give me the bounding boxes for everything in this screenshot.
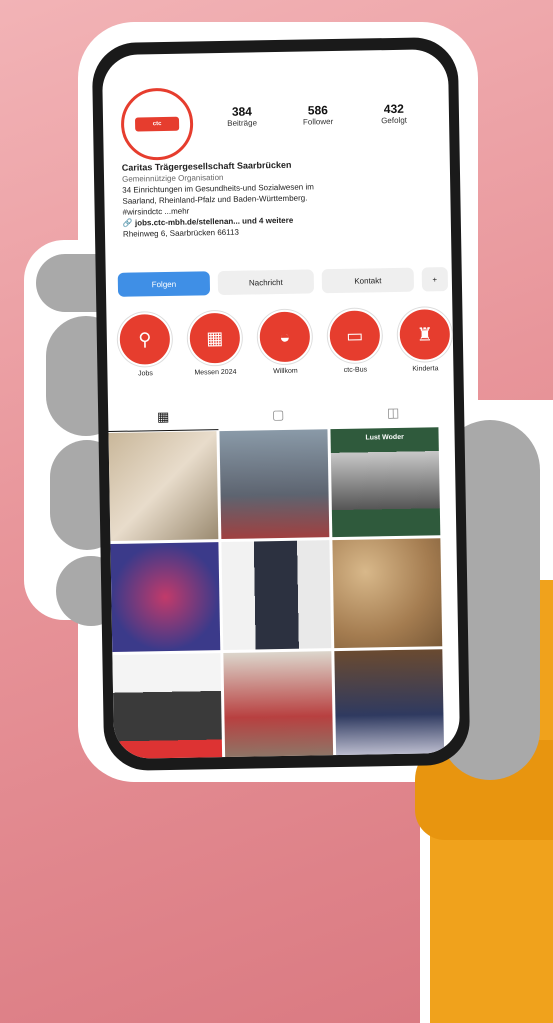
- stat-following[interactable]: 432 Gefolgt: [359, 101, 429, 125]
- stat-posts-count: 384: [231, 104, 253, 119]
- stat-posts-label: Beiträge: [227, 118, 258, 128]
- tile-caption: Lust Woder: [365, 433, 404, 442]
- post-tile[interactable]: [219, 429, 330, 540]
- highlight-kinder[interactable]: ♜ Kinderta: [396, 307, 453, 373]
- bus-icon: ▭: [327, 308, 383, 364]
- stat-posts[interactable]: 384 Beiträge: [207, 104, 277, 128]
- posts-grid: Lust Woder: [108, 427, 460, 759]
- tab-reels[interactable]: ▢: [223, 401, 333, 429]
- highlight-label: Jobs: [137, 370, 153, 378]
- car-icon: ◒: [257, 309, 313, 365]
- link-icon: 🔗: [122, 218, 136, 228]
- caritas-logo: ctc: [134, 116, 180, 132]
- tagged-icon: ◫: [386, 404, 400, 421]
- highlight-label: Willkom: [273, 367, 298, 376]
- stat-following-label: Gefolgt: [381, 115, 408, 126]
- stat-followers[interactable]: 586 Follower: [283, 103, 353, 127]
- post-tile[interactable]: [108, 431, 219, 541]
- post-tile[interactable]: [223, 651, 334, 759]
- instagram-screen: ctc 384 Beiträge 586 Follower 432 Gefolg…: [101, 49, 461, 759]
- post-tile[interactable]: [112, 653, 223, 759]
- post-tile[interactable]: [110, 542, 221, 652]
- stat-followers-label: Follower: [302, 117, 334, 127]
- post-tile[interactable]: [334, 649, 445, 759]
- calendar-icon: ▦: [187, 310, 243, 366]
- profile-link-text: jobs.ctc-mbh.de/stellenan... und 4 weite…: [134, 215, 294, 228]
- post-tile[interactable]: Lust Woder: [330, 427, 441, 538]
- highlight-jobs[interactable]: ⚲ Jobs: [116, 311, 173, 378]
- contact-button[interactable]: Kontakt: [321, 267, 415, 294]
- highlight-label: ctc-Bus: [343, 366, 368, 374]
- post-tile[interactable]: [221, 540, 332, 651]
- message-button[interactable]: Nachricht: [217, 269, 315, 296]
- post-tile[interactable]: [332, 538, 443, 649]
- highlight-willkom[interactable]: ◒ Willkom: [256, 309, 313, 375]
- tab-tagged[interactable]: ◫: [338, 399, 448, 427]
- add-person-icon: +: [432, 274, 438, 284]
- grid-icon: ▦: [156, 408, 170, 425]
- briefcase-icon: ⚲: [117, 311, 173, 367]
- action-buttons: Folgen Nachricht Kontakt +: [117, 267, 449, 297]
- phone: ctc 384 Beiträge 586 Follower 432 Gefolg…: [91, 36, 471, 772]
- avatar[interactable]: ctc: [120, 87, 194, 161]
- lamp-icon: ♜: [397, 307, 453, 362]
- profile-tabs: ▦ ▢ ◫: [107, 399, 454, 433]
- reels-icon: ▢: [271, 406, 285, 423]
- highlight-messen[interactable]: ▦ Messen 2024: [186, 310, 243, 377]
- add-person-button[interactable]: +: [421, 267, 449, 292]
- stat-followers-count: 586: [307, 103, 329, 118]
- highlight-bus[interactable]: ▭ ctc-Bus: [326, 308, 383, 374]
- tab-grid[interactable]: ▦: [107, 403, 219, 433]
- stat-following-count: 432: [383, 101, 405, 117]
- follow-button[interactable]: Folgen: [117, 271, 211, 297]
- bio: Caritas Trägergesellschaft Saarbrücken G…: [122, 157, 433, 239]
- highlight-label: Messen 2024: [194, 368, 237, 377]
- highlight-label: Kinderta: [412, 365, 439, 373]
- story-highlights: ⚲ Jobs ▦ Messen 2024 ◒ Willkom ▭ ctc-Bus…: [112, 307, 453, 385]
